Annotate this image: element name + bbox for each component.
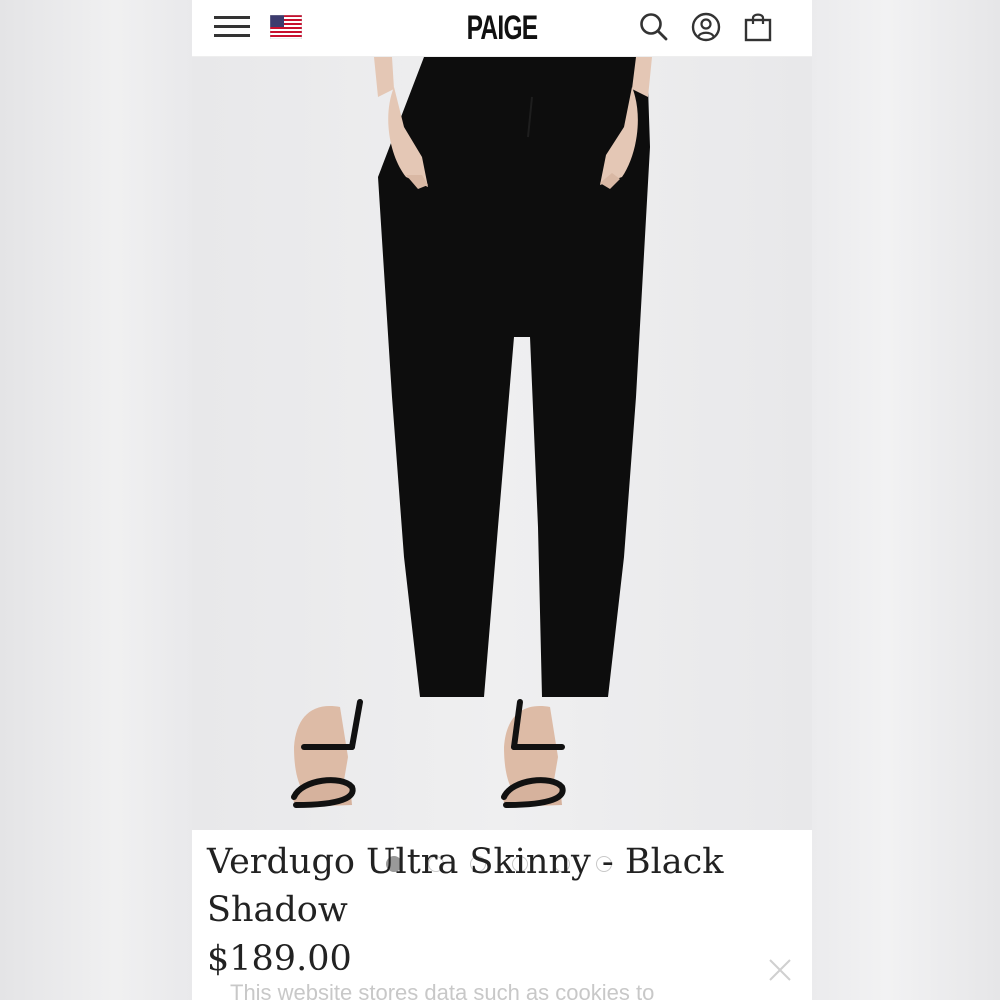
account-icon[interactable] — [689, 10, 723, 44]
brand-logo[interactable]: PAIGE — [459, 6, 545, 50]
shopping-bag-icon[interactable] — [741, 10, 775, 44]
search-icon[interactable] — [637, 10, 671, 44]
background-blur-right — [812, 0, 1000, 1000]
background-blur-left — [0, 0, 192, 1000]
product-image-carousel[interactable] — [192, 57, 812, 872]
product-price: $189.00 — [207, 939, 352, 979]
us-flag-icon[interactable] — [270, 15, 302, 39]
cookie-banner-text: This website stores data such as cookies… — [230, 980, 655, 1000]
close-icon[interactable] — [766, 956, 794, 984]
mobile-screen: PAIGE Verdugo Ultra Skinny - Black Shado… — [192, 0, 812, 1000]
product-photo — [192, 57, 812, 830]
site-header: PAIGE — [192, 0, 812, 57]
product-title: Verdugo Ultra Skinny - Black Shadow — [207, 842, 724, 930]
hamburger-menu-icon[interactable] — [214, 14, 250, 40]
